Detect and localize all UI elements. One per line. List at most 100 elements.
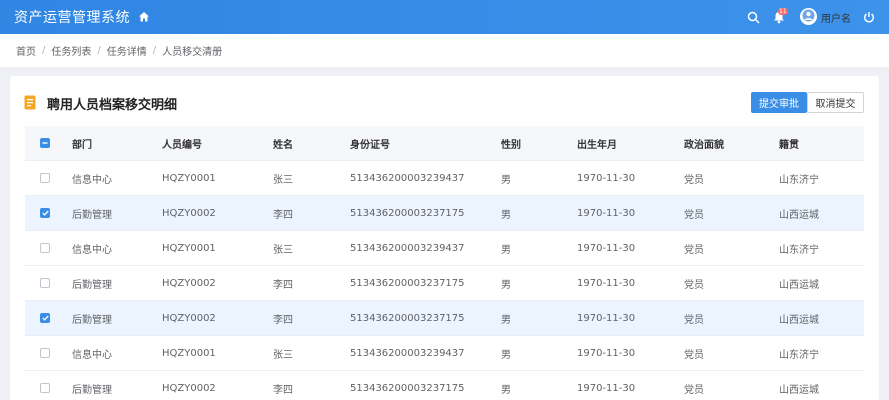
cell-id-number: 513436200003239437 — [350, 347, 465, 359]
card-title: 聘用人员档案移交明细 — [47, 98, 178, 113]
cell-employee-id: HQZY0002 — [162, 312, 216, 324]
column-header-department: 部门 — [72, 139, 92, 151]
breadcrumb-separator: / — [42, 45, 46, 56]
app-title: 资产运营管理系统 — [14, 10, 130, 26]
cell-native-place: 山东济宁 — [779, 244, 819, 256]
cell-birth-date: 1970-11-30 — [577, 207, 636, 219]
cell-political-status: 党员 — [684, 314, 704, 326]
cell-political-status: 党员 — [684, 244, 704, 256]
row-select-cell — [40, 266, 50, 300]
row-checkbox[interactable] — [40, 278, 50, 288]
row-select-cell — [40, 196, 50, 230]
cell-department: 后勤管理 — [72, 384, 112, 396]
cell-political-status: 党员 — [684, 174, 704, 186]
cell-native-place: 山西运城 — [779, 384, 819, 396]
table-header-row: 部门 人员编号 姓名 身份证号 性别 出生年月 政治面貌 籍贯 — [25, 126, 864, 161]
table-row[interactable]: 信息中心 HQZY0001 张三 513436200003239437 男 1970-11… — [25, 161, 864, 196]
select-all-cell — [40, 126, 50, 160]
cell-birth-date: 1970-11-30 — [577, 172, 636, 184]
cell-gender: 男 — [501, 174, 511, 186]
table-row[interactable]: 后勤管理 HQZY0002 李四 513436200003237175 男 1970-11… — [25, 196, 864, 231]
home-icon[interactable] — [138, 11, 150, 23]
cell-gender: 男 — [501, 209, 511, 221]
table-row[interactable]: 后勤管理 HQZY0002 李四 513436200003237175 男 1970-11… — [25, 266, 864, 301]
column-header-name: 姓名 — [273, 139, 293, 151]
column-header-political-status: 政治面貌 — [684, 139, 724, 151]
cell-birth-date: 1970-11-30 — [577, 312, 636, 324]
cell-gender: 男 — [501, 349, 511, 361]
cell-name: 张三 — [273, 174, 293, 186]
cell-employee-id: HQZY0001 — [162, 242, 216, 254]
cell-id-number: 513436200003237175 — [350, 277, 465, 289]
row-select-cell — [40, 301, 50, 335]
notification-badge: 11 — [778, 8, 788, 15]
avatar[interactable] — [800, 8, 817, 25]
row-checkbox[interactable] — [40, 313, 50, 323]
table-row[interactable]: 后勤管理 HQZY0002 李四 513436200003237175 男 1970-11… — [25, 371, 864, 400]
cancel-submit-button[interactable]: 取消提交 — [807, 92, 864, 113]
cell-department: 后勤管理 — [72, 314, 112, 326]
cell-native-place: 山西运城 — [779, 279, 819, 291]
cell-gender: 男 — [501, 384, 511, 396]
cell-native-place: 山西运城 — [779, 314, 819, 326]
cell-political-status: 党员 — [684, 209, 704, 221]
breadcrumb-separator: / — [97, 45, 101, 56]
cell-employee-id: HQZY0001 — [162, 347, 216, 359]
cell-gender: 男 — [501, 314, 511, 326]
cell-department: 后勤管理 — [72, 279, 112, 291]
row-checkbox[interactable] — [40, 173, 50, 183]
cell-political-status: 党员 — [684, 384, 704, 396]
row-checkbox[interactable] — [40, 383, 50, 393]
select-all-checkbox[interactable] — [40, 138, 50, 148]
cell-id-number: 513436200003237175 — [350, 382, 465, 394]
cell-department: 信息中心 — [72, 349, 112, 361]
cell-employee-id: HQZY0002 — [162, 382, 216, 394]
cell-department: 信息中心 — [72, 244, 112, 256]
table-row[interactable]: 后勤管理 HQZY0002 李四 513436200003237175 男 1970-11… — [25, 301, 864, 336]
cell-name: 李四 — [273, 279, 293, 291]
column-header-native-place: 籍贯 — [779, 139, 799, 151]
row-checkbox[interactable] — [40, 208, 50, 218]
breadcrumb-separator: / — [152, 45, 157, 56]
cell-id-number: 513436200003239437 — [350, 172, 465, 184]
cell-name: 张三 — [273, 244, 293, 256]
cell-birth-date: 1970-11-30 — [577, 347, 636, 359]
username[interactable]: 用户名 — [821, 10, 851, 25]
cell-gender: 男 — [501, 244, 511, 256]
power-icon[interactable] — [862, 10, 876, 24]
table-row[interactable]: 信息中心 HQZY0001 张三 513436200003239437 男 1970-11… — [25, 336, 864, 371]
row-select-cell — [40, 231, 50, 265]
cell-name: 李四 — [273, 384, 293, 396]
column-header-id-number: 身份证号 — [350, 139, 390, 151]
cell-birth-date: 1970-11-30 — [577, 382, 636, 394]
row-select-cell — [40, 336, 50, 370]
search-icon[interactable] — [746, 10, 760, 24]
row-select-cell — [40, 161, 50, 195]
cell-gender: 男 — [501, 279, 511, 291]
breadcrumb-home[interactable]: 首页 — [16, 43, 36, 58]
row-checkbox[interactable] — [40, 348, 50, 358]
column-header-birth-date: 出生年月 — [577, 139, 617, 151]
cell-native-place: 山东济宁 — [779, 174, 819, 186]
breadcrumb: 首页 / 任务列表 / 任务详情 / 人员移交清册 — [0, 34, 889, 67]
breadcrumb-task-list[interactable]: 任务列表 — [51, 43, 91, 58]
row-checkbox[interactable] — [40, 243, 50, 253]
cell-political-status: 党员 — [684, 349, 704, 361]
cell-birth-date: 1970-11-30 — [577, 277, 636, 289]
cell-native-place: 山东济宁 — [779, 349, 819, 361]
table-row[interactable]: 信息中心 HQZY0001 张三 513436200003239437 男 1970-11… — [25, 231, 864, 266]
cell-name: 张三 — [273, 349, 293, 361]
submit-approval-button[interactable]: 提交审批 — [751, 92, 807, 113]
cell-id-number: 513436200003237175 — [350, 207, 465, 219]
row-select-cell — [40, 371, 50, 400]
cell-department: 信息中心 — [72, 174, 112, 186]
breadcrumb-task-detail[interactable]: 任务详情 — [107, 43, 147, 58]
cell-political-status: 党员 — [684, 279, 704, 291]
column-header-employee-id: 人员编号 — [162, 139, 202, 151]
column-header-gender: 性别 — [501, 139, 521, 151]
cell-native-place: 山西运城 — [779, 209, 819, 221]
cell-id-number: 513436200003237175 — [350, 312, 465, 324]
cell-birth-date: 1970-11-30 — [577, 242, 636, 254]
cell-employee-id: HQZY0002 — [162, 207, 216, 219]
cell-id-number: 513436200003239437 — [350, 242, 465, 254]
